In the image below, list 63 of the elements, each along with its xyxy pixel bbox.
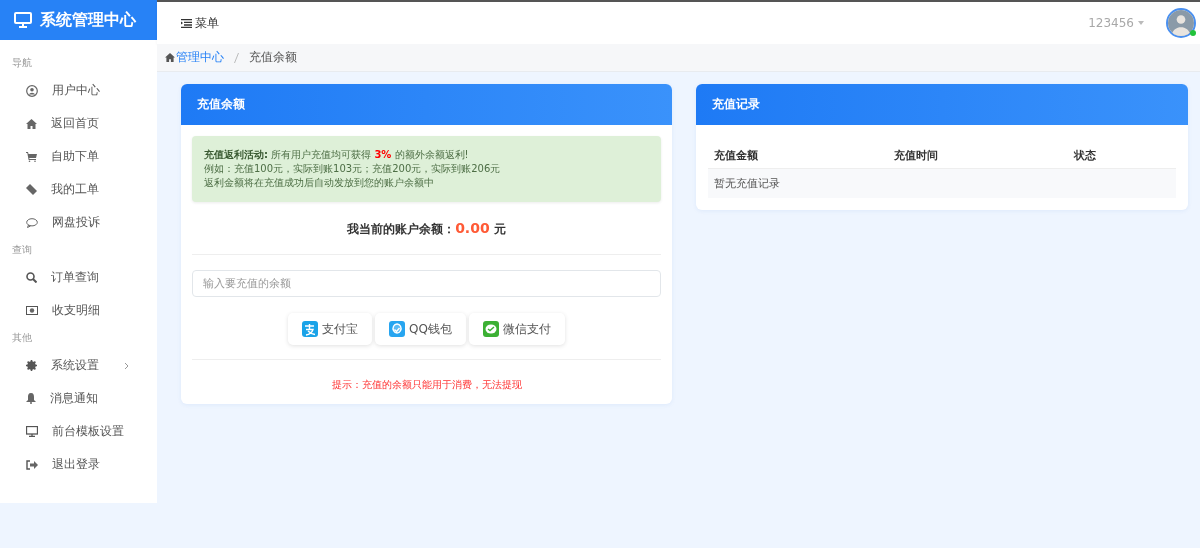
- sidebar-item[interactable]: 订单查询: [0, 261, 157, 294]
- home-icon: [26, 118, 37, 129]
- tip-text: 提示：充值的余额只能用于消费，无法提现: [330, 378, 523, 392]
- sidebar-section-title: 其他: [11, 331, 33, 345]
- monitor-icon: [14, 12, 32, 28]
- sidebar-item-label: 返回首页: [51, 115, 99, 132]
- card-title: 充值记录: [696, 84, 1188, 125]
- ticket-icon: [26, 184, 37, 195]
- sidebar-item[interactable]: 系统设置: [0, 349, 157, 382]
- amount-input-field[interactable]: 输入要充值的余额: [192, 270, 661, 297]
- column-header: 状态: [1074, 147, 1097, 163]
- brand-text: 系统管理中心: [40, 9, 136, 31]
- money-icon: [26, 306, 38, 315]
- sidebar-item-label: 前台模板设置: [52, 423, 124, 440]
- payment-button[interactable]: 支付宝: [288, 313, 373, 345]
- user-icon: [26, 84, 38, 97]
- alipay-logo-icon: [302, 321, 319, 337]
- qq-wallet-icon: [389, 321, 406, 337]
- logout-icon: [26, 459, 38, 470]
- promo-notice: 充值返利活动: 所有用户充值均可获得 3% 的额外余额返利! 例如：充值100元，实际到账103元；充值200元，实际到账206元 返利金额将在充值成功后自动发放到您的账户余额中: [192, 136, 661, 202]
- sidebar-item[interactable]: 收支明细: [0, 294, 157, 327]
- breadcrumb-separator-icon: [234, 52, 239, 63]
- sidebar-item-label: 系统设置: [51, 357, 99, 374]
- sidebar-item[interactable]: 用户中心: [0, 74, 157, 107]
- avatar[interactable]: [1166, 8, 1196, 38]
- home-icon: [165, 53, 175, 62]
- sidebar-item[interactable]: 我的工单: [0, 173, 157, 206]
- search-icon: [26, 272, 37, 283]
- monitor-icon: [26, 426, 38, 437]
- empty-table-text: 暂无充值记录: [714, 176, 781, 191]
- payment-button[interactable]: QQ钱包: [375, 313, 466, 345]
- sidebar-item-label: 用户中心: [52, 82, 100, 99]
- menu-icon: [181, 18, 192, 28]
- column-header: 充值时间: [894, 147, 939, 163]
- sidebar-item[interactable]: 网盘投诉: [0, 206, 157, 239]
- sidebar-item[interactable]: 前台模板设置: [0, 415, 157, 448]
- caret-down-icon: [1138, 21, 1144, 25]
- settings-icon: [26, 360, 37, 371]
- sidebar-item-label: 消息通知: [50, 390, 98, 407]
- card-title: 充值余额: [181, 84, 672, 125]
- bell-icon: [26, 393, 36, 404]
- breadcrumb-current: 充值余额: [249, 49, 297, 66]
- sidebar-item-label: 收支明细: [52, 302, 100, 319]
- sidebar-item[interactable]: 自助下单: [0, 140, 157, 173]
- sidebar-item[interactable]: 返回首页: [0, 107, 157, 140]
- column-header: 充值金额: [714, 147, 759, 163]
- sidebar-item-label: 订单查询: [51, 269, 99, 286]
- wechat-pay-icon: [482, 321, 499, 337]
- menu-button[interactable]: 菜单: [181, 14, 219, 32]
- breadcrumb-link[interactable]: 管理中心: [165, 49, 224, 66]
- menu-label: 菜单: [195, 14, 219, 32]
- sidebar-item[interactable]: 退出登录: [0, 448, 157, 481]
- sidebar-item-label: 我的工单: [51, 181, 99, 198]
- sidebar-item-label: 退出登录: [52, 456, 100, 473]
- sidebar-section-title: 导航: [11, 56, 33, 70]
- cart-icon: [26, 151, 37, 162]
- sidebar-section-title: 查询: [11, 243, 33, 257]
- sidebar-item-label: 网盘投诉: [52, 214, 100, 231]
- payment-button[interactable]: 微信支付: [468, 313, 565, 345]
- chat-icon: [26, 217, 38, 228]
- sidebar-item-label: 自助下单: [51, 148, 99, 165]
- balance-text: 我当前的账户余额：0.00 元: [192, 202, 661, 255]
- sidebar-item[interactable]: 消息通知: [0, 382, 157, 415]
